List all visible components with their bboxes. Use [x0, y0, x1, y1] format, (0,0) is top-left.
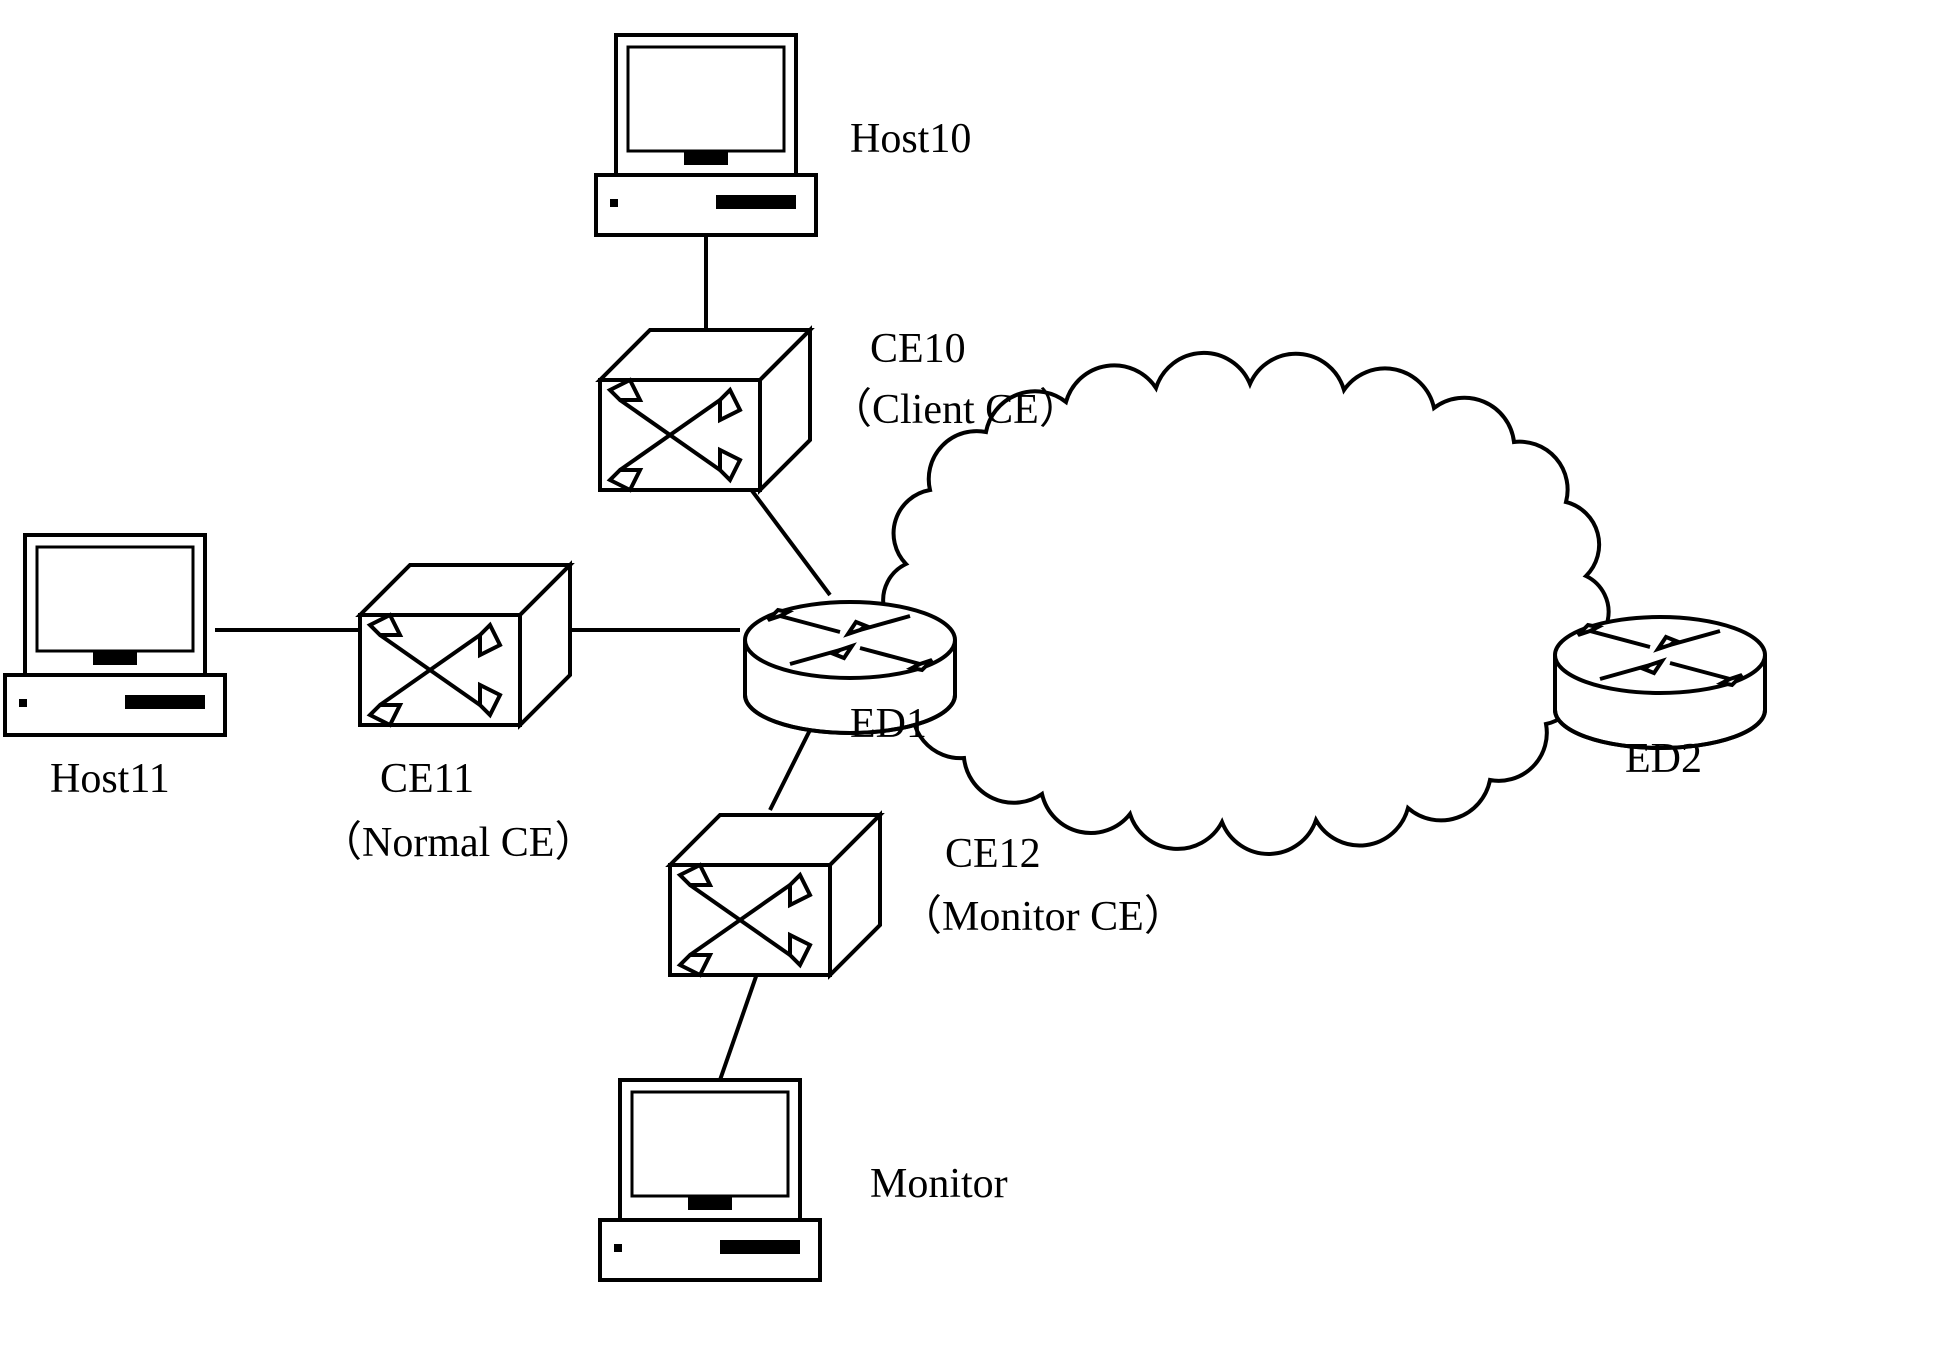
host10-icon — [596, 35, 816, 235]
ce10-label: CE10 — [870, 325, 966, 373]
ed2-label: ED2 — [1625, 735, 1702, 783]
ed2-icon — [1555, 617, 1765, 748]
monitor-icon — [600, 1080, 820, 1280]
ce12-icon — [670, 815, 880, 975]
ce10-icon — [600, 330, 810, 490]
ce11-sublabel: （Normal CE） — [320, 808, 596, 869]
ce11-icon — [360, 565, 570, 725]
ed1-label: ED1 — [850, 700, 927, 748]
ce11-label: CE11 — [380, 755, 474, 803]
host11-icon — [5, 535, 225, 735]
host10-label: Host10 — [850, 115, 971, 163]
ce12-sublabel: （Monitor CE） — [900, 882, 1186, 943]
ce10-sublabel: （Client CE） — [830, 375, 1081, 436]
link-ce12-monitor — [720, 965, 760, 1080]
monitor-label: Monitor — [870, 1160, 1008, 1208]
diagram-canvas: Host10 CE10 （Client CE） Host11 CE11 （Nor… — [0, 0, 1944, 1371]
host11-label: Host11 — [50, 755, 170, 803]
ce12-label: CE12 — [945, 830, 1041, 878]
